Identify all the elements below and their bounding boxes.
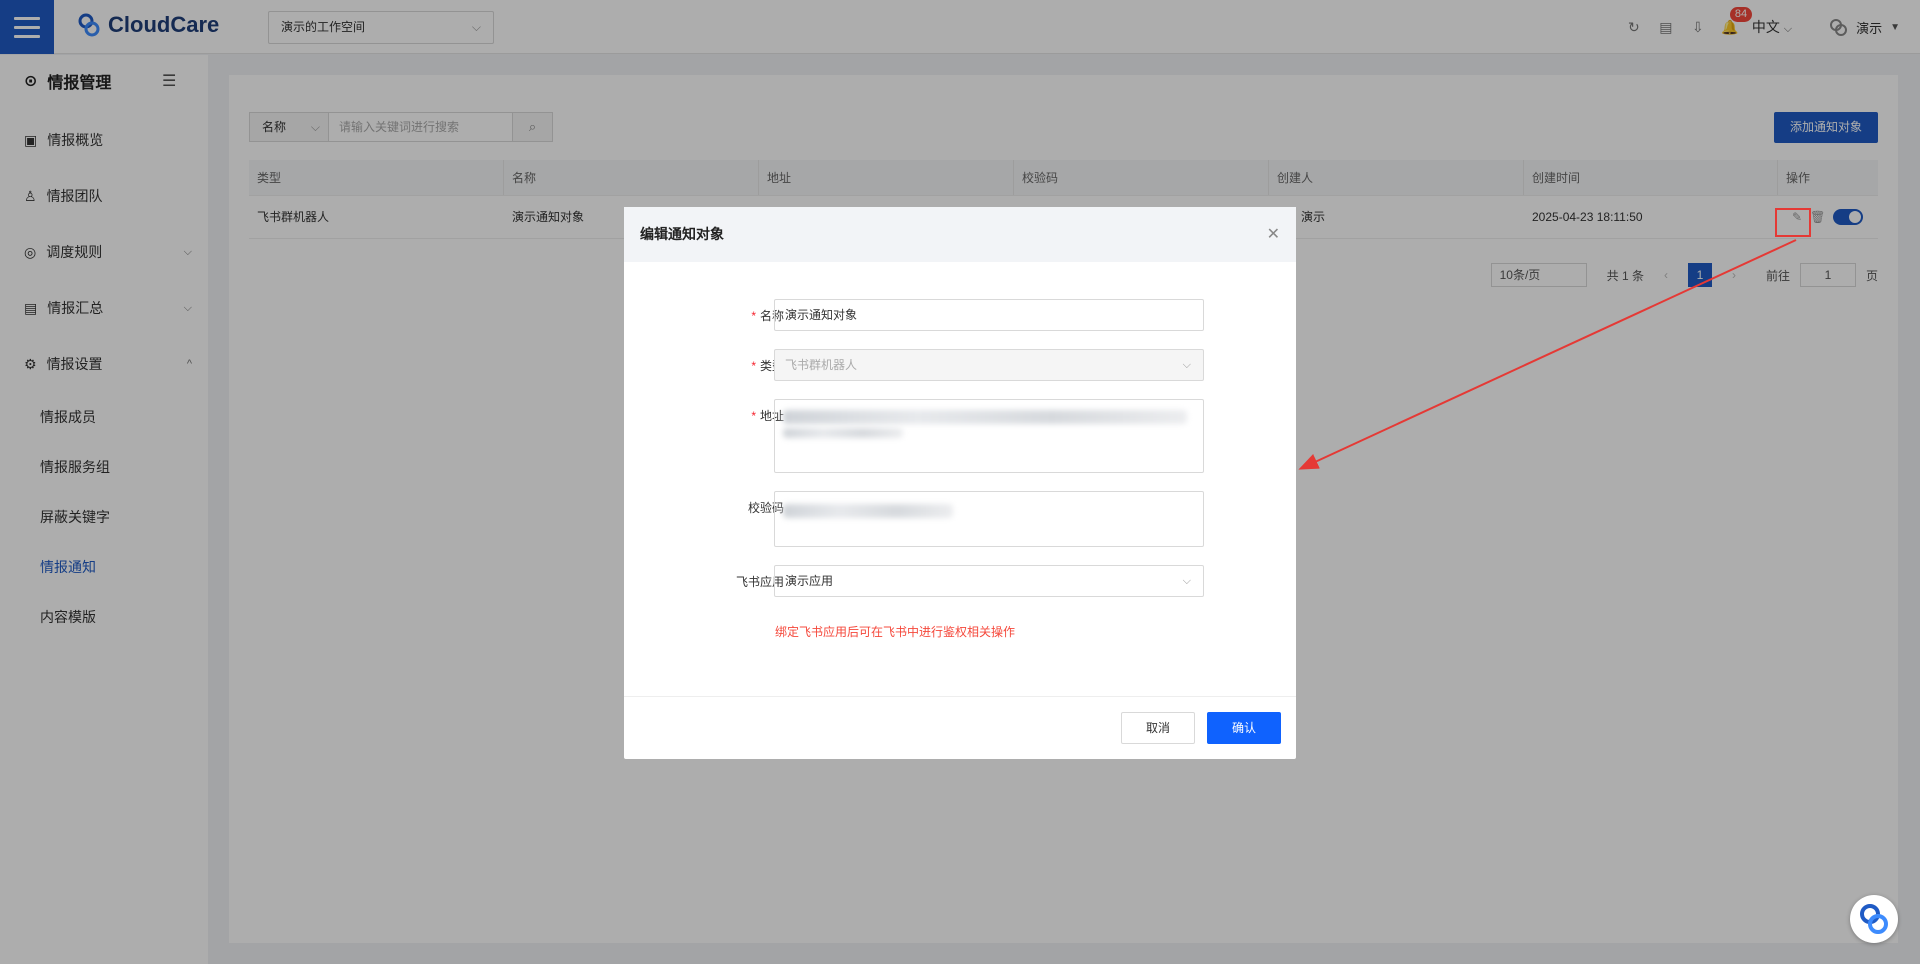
annotation-arrow — [1298, 239, 1797, 470]
assistant-launcher-icon[interactable] — [1850, 895, 1898, 943]
